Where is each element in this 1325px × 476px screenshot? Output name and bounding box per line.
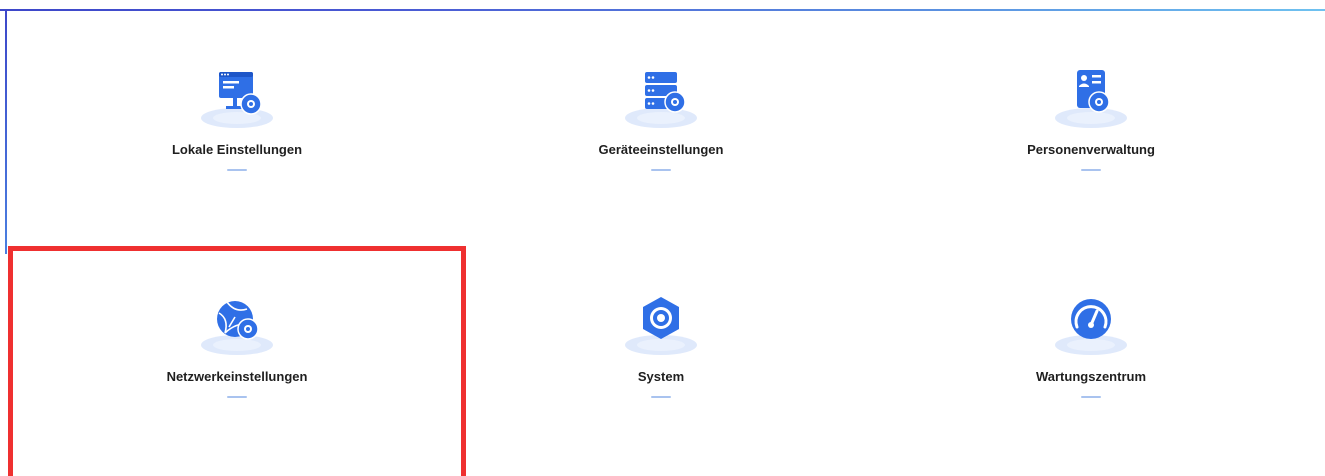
tile-person-management[interactable]: Personenverwaltung bbox=[926, 60, 1256, 190]
tile-underline bbox=[651, 169, 671, 171]
tile-label: System bbox=[637, 369, 685, 384]
tile-label: Netzwerkeinstellungen bbox=[166, 369, 308, 384]
top-border bbox=[0, 9, 1325, 11]
tile-underline bbox=[1081, 169, 1101, 171]
settings-dashboard: Lokale Einstellungen Geräteeinstellungen… bbox=[0, 0, 1325, 476]
tile-maintenance-center[interactable]: Wartungszentrum bbox=[926, 287, 1256, 417]
tile-network-settings[interactable]: Netzwerkeinstellungen bbox=[72, 287, 402, 417]
tile-underline bbox=[227, 396, 247, 398]
tile-system[interactable]: System bbox=[496, 287, 826, 417]
tile-label: Personenverwaltung bbox=[1027, 142, 1155, 157]
tile-underline bbox=[1081, 396, 1101, 398]
server-gear-icon bbox=[616, 60, 706, 130]
tile-underline bbox=[227, 169, 247, 171]
tile-label: Wartungszentrum bbox=[1035, 369, 1147, 384]
tile-label: Geräteeinstellungen bbox=[598, 142, 724, 157]
id-card-gear-icon bbox=[1046, 60, 1136, 130]
tile-label: Lokale Einstellungen bbox=[171, 142, 303, 157]
tile-local-settings[interactable]: Lokale Einstellungen bbox=[72, 60, 402, 190]
tile-underline bbox=[651, 396, 671, 398]
tile-device-settings[interactable]: Geräteeinstellungen bbox=[496, 60, 826, 190]
globe-gear-icon bbox=[192, 287, 282, 357]
monitor-gear-icon bbox=[192, 60, 282, 130]
speedometer-icon bbox=[1046, 287, 1136, 357]
left-border bbox=[5, 9, 7, 254]
hexagon-gear-icon bbox=[616, 287, 706, 357]
